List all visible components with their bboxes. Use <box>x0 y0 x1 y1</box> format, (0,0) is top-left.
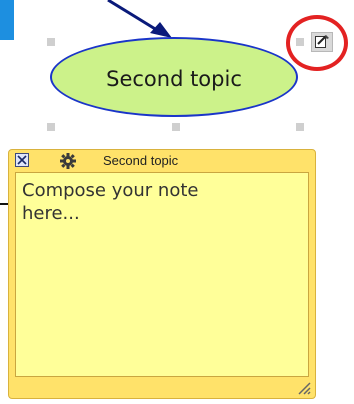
connector-arrowhead <box>150 22 172 38</box>
highlight-circle <box>286 15 348 71</box>
note-panel: Second topic Compose your note here... <box>8 149 316 399</box>
parent-connector-line <box>107 0 166 37</box>
corner-accent <box>0 0 14 40</box>
note-header: Second topic <box>9 150 315 172</box>
selection-handle-top-left[interactable] <box>47 38 55 46</box>
mindmap-canvas[interactable]: Second topic Second topic Compose your n… <box>0 0 354 404</box>
selection-handle-bottom-middle[interactable] <box>172 123 180 131</box>
selection-handle-bottom-left[interactable] <box>47 123 55 131</box>
selection-handle-bottom-right[interactable] <box>296 123 304 131</box>
close-icon <box>17 155 27 165</box>
note-placeholder-text: Compose your note here... <box>22 180 199 224</box>
note-title: Second topic <box>103 153 179 168</box>
note-close-button[interactable] <box>15 153 29 167</box>
gear-icon[interactable] <box>59 152 77 170</box>
topic-node[interactable]: Second topic <box>50 37 298 117</box>
note-textarea[interactable]: Compose your note here... <box>15 172 309 377</box>
resize-grip-icon[interactable] <box>295 379 311 395</box>
topic-label: Second topic <box>106 67 242 91</box>
